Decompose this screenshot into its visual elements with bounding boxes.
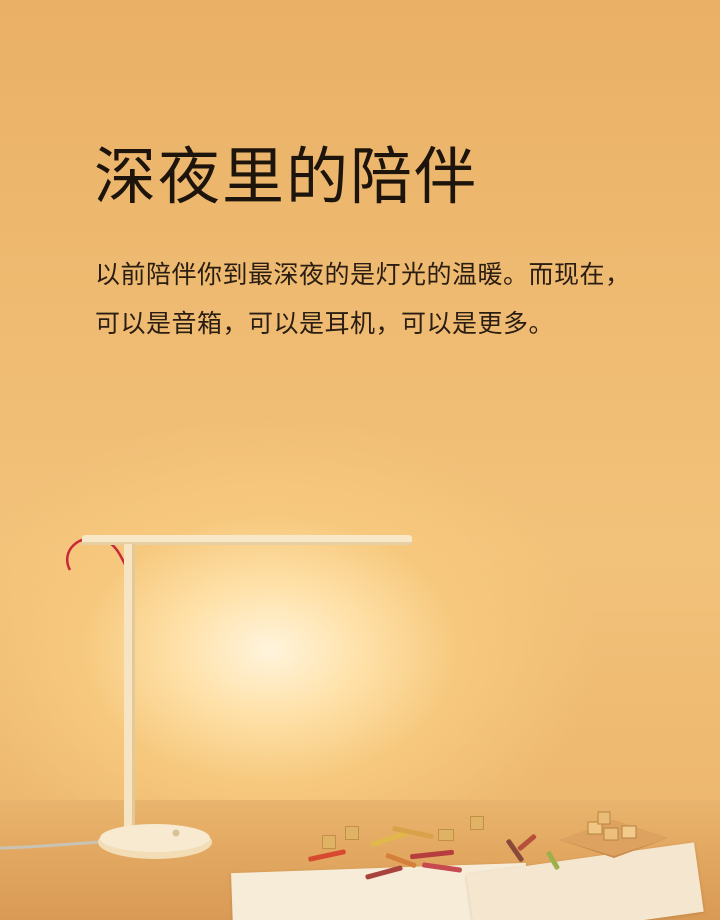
desk-lamp-image [0, 535, 412, 859]
wooden-block [322, 835, 336, 849]
wooden-block [345, 826, 359, 840]
wooden-block [438, 829, 454, 841]
wooden-block [470, 816, 484, 830]
wooden-puzzle [560, 811, 668, 858]
hero-scene: 深夜里的陪伴 以前陪伴你到最深夜的是灯光的温暖。而现在，可以是音箱，可以是耳机，… [0, 0, 720, 920]
